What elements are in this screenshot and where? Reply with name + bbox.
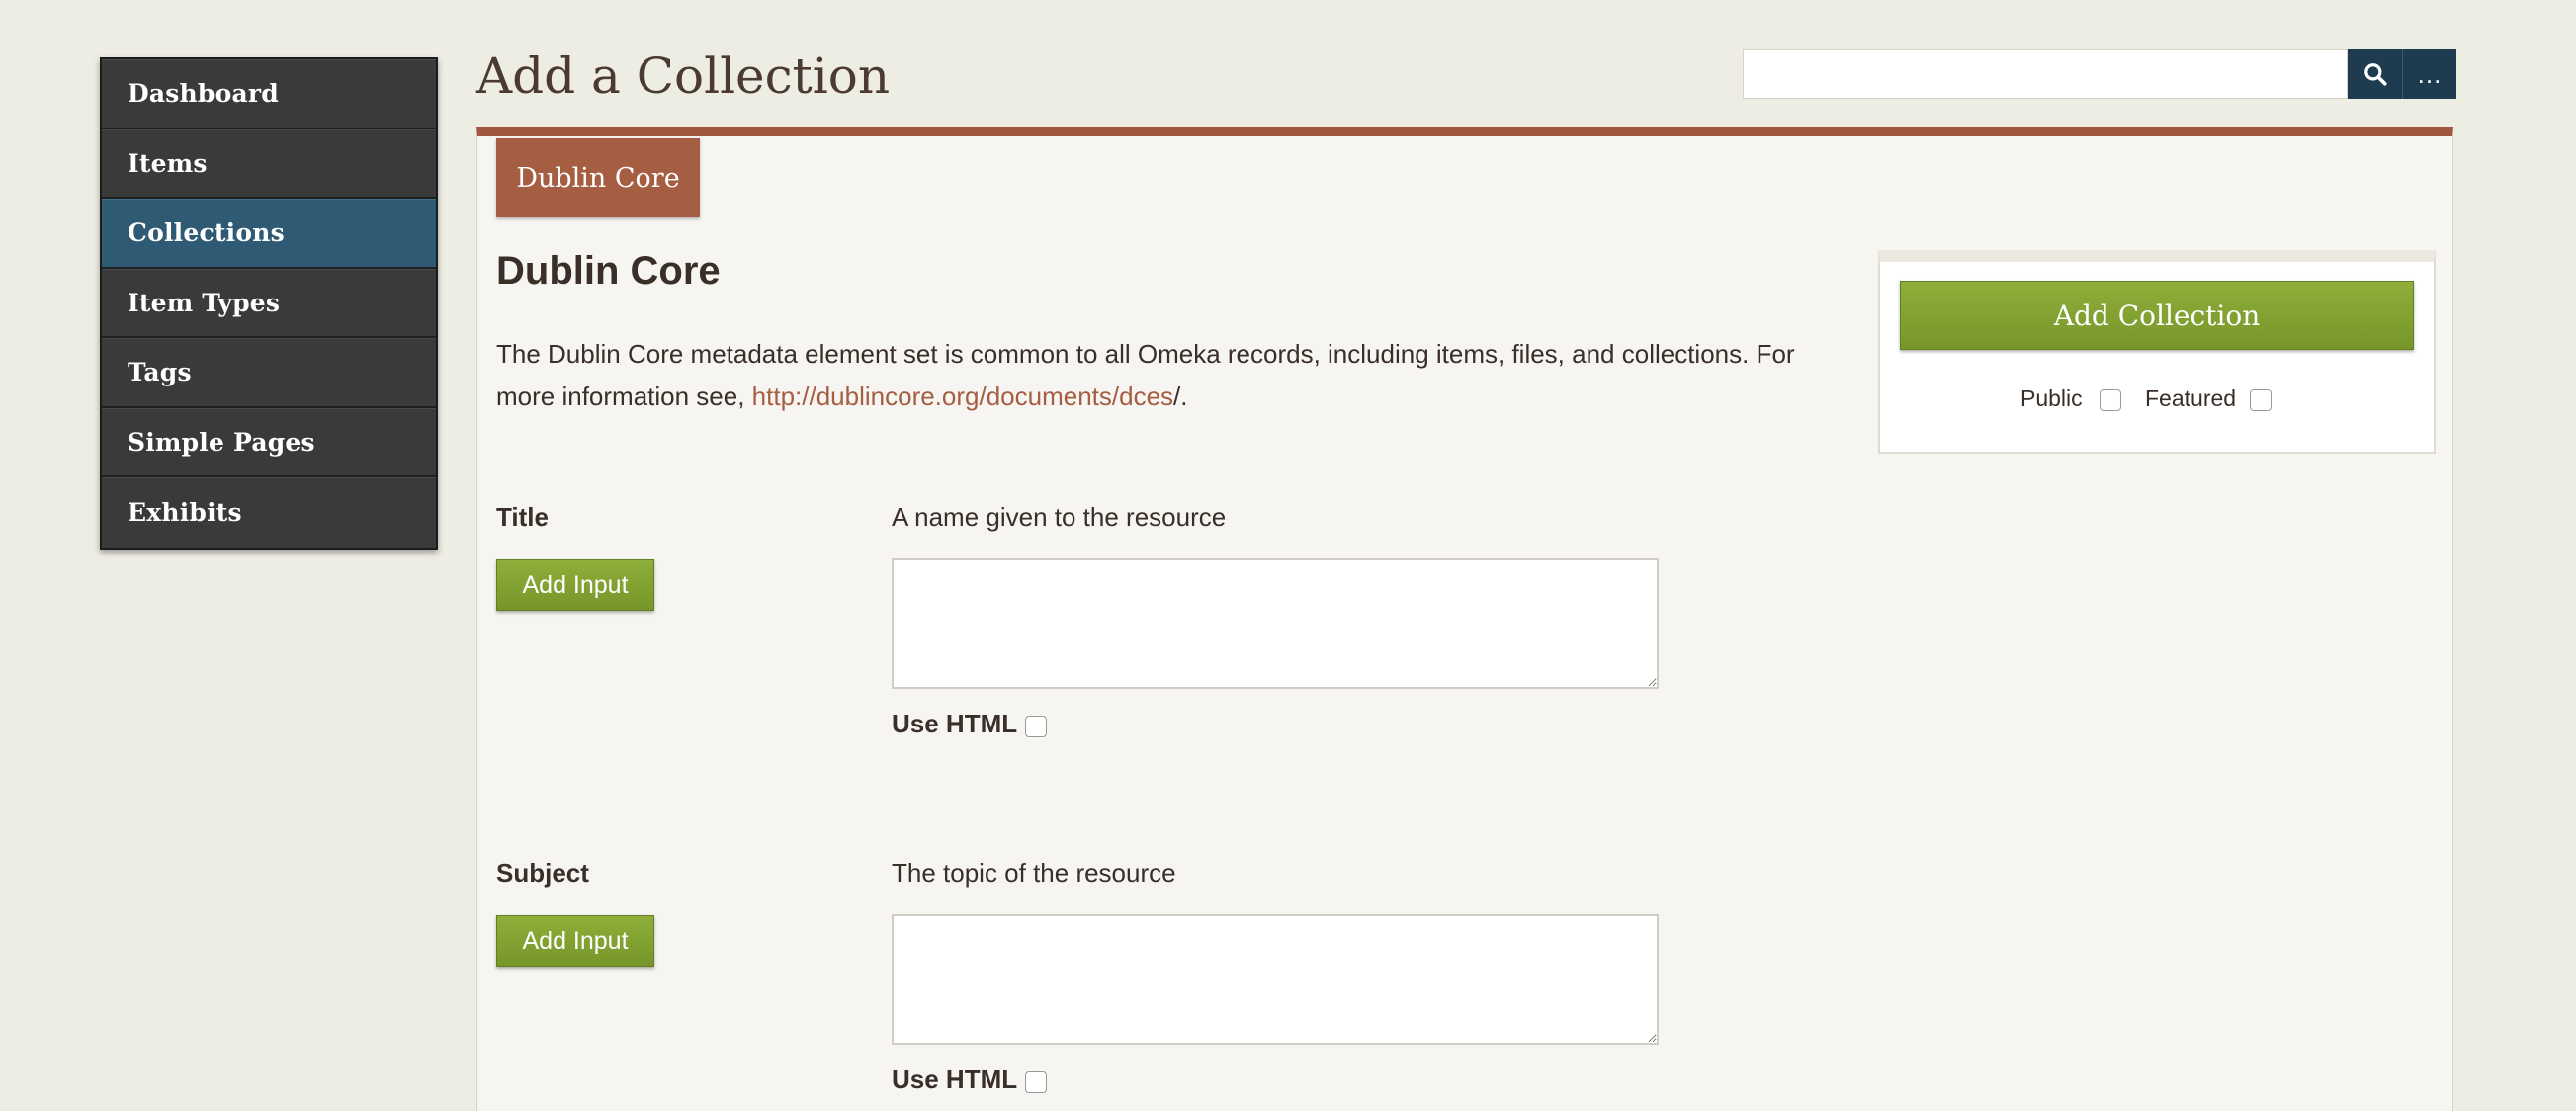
title-textarea[interactable] (892, 558, 1659, 689)
search-icon (2363, 63, 2387, 86)
public-label: Public (2020, 385, 2083, 411)
sidebar-nav: Dashboard Items Collections Item Types T… (100, 57, 438, 550)
sidebar-item-dashboard[interactable]: Dashboard (102, 59, 436, 129)
subject-textarea[interactable] (892, 914, 1659, 1045)
field-label-title: Title (496, 502, 549, 532)
use-html-label-subject: Use HTML (892, 1065, 1018, 1094)
search-input[interactable] (1743, 49, 2348, 99)
field-label-subject: Subject (496, 858, 589, 888)
search-button[interactable] (2348, 49, 2402, 99)
advanced-search-button[interactable]: ... (2402, 49, 2456, 99)
sidebar-item-simple-pages[interactable]: Simple Pages (102, 407, 436, 477)
description-suffix: /. (1173, 382, 1188, 411)
page-title: Add a Collection (476, 47, 891, 105)
sidebar-item-items[interactable]: Items (102, 128, 436, 199)
add-input-button-subject[interactable]: Add Input (496, 915, 654, 967)
featured-label: Featured (2145, 385, 2237, 411)
field-description-title: A name given to the resource (892, 502, 1227, 532)
add-input-button-title[interactable]: Add Input (496, 559, 654, 611)
featured-checkbox[interactable] (2250, 389, 2272, 411)
sidebar-item-collections[interactable]: Collections (102, 199, 436, 269)
add-collection-button[interactable]: Add Collection (1900, 281, 2414, 350)
use-html-label-title: Use HTML (892, 709, 1018, 738)
tab-dublin-core[interactable]: Dublin Core (496, 138, 700, 217)
section-description: The Dublin Core metadata element set is … (496, 333, 1860, 418)
section-heading: Dublin Core (496, 249, 721, 293)
use-html-checkbox-title[interactable] (1025, 716, 1047, 737)
public-checkbox[interactable] (2100, 389, 2121, 411)
dublin-core-link[interactable]: http://dublincore.org/documents/dces (752, 382, 1173, 411)
sidebar-item-item-types[interactable]: Item Types (102, 268, 436, 338)
use-html-checkbox-subject[interactable] (1025, 1071, 1047, 1093)
sidebar-item-tags[interactable]: Tags (102, 338, 436, 408)
field-description-subject: The topic of the resource (892, 858, 1176, 888)
sidebar-item-exhibits[interactable]: Exhibits (102, 477, 436, 548)
